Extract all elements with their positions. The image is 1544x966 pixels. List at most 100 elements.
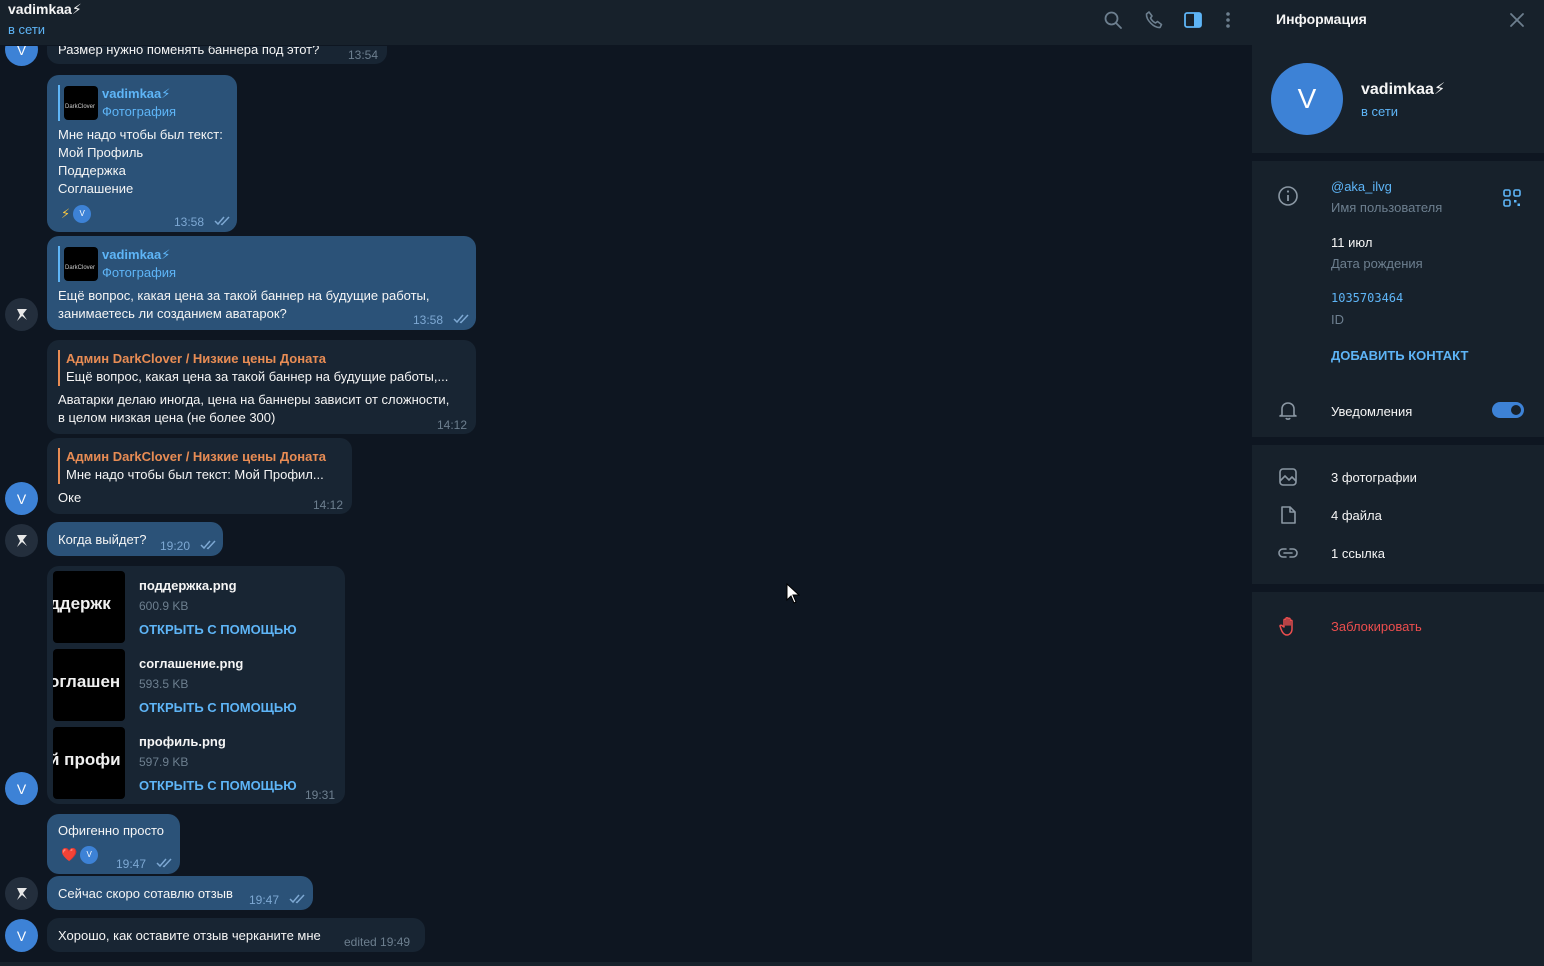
contact-avatar[interactable]: V (5, 772, 38, 805)
message-bubble-incoming[interactable]: Админ DarkClover / Низкие цены Доната Мн… (47, 438, 352, 514)
sidebar-toggle-icon[interactable] (1182, 9, 1204, 31)
my-avatar[interactable] (5, 877, 38, 910)
reaction-avatar: V (73, 205, 92, 223)
close-icon[interactable] (1507, 10, 1527, 30)
open-with-button[interactable]: ОТКРЫТЬ С ПОМОЩЬЮ (139, 621, 297, 639)
file-thumbnail[interactable]: ддержк (53, 571, 125, 643)
reply-quote[interactable]: vadimkaa⚡ Фотография (58, 85, 176, 121)
message-time: 19:47 (249, 893, 280, 907)
message-text: Сейчас скоро сотавлю отзыв (58, 886, 233, 901)
message-bubble-outgoing[interactable]: Сейчас скоро сотавлю отзыв 19:47 (47, 876, 313, 910)
files-count[interactable]: 4 файла (1331, 508, 1382, 523)
message-bubble-incoming[interactable]: Админ DarkClover / Низкие цены Доната Ещ… (47, 340, 476, 434)
message-time: 19:47 (116, 857, 147, 871)
file-attachment[interactable]: ддержк поддержка.png 600.9 KB ОТКРЫТЬ С … (53, 571, 343, 645)
bell-icon (1276, 398, 1300, 422)
message-time: 13:58 (413, 313, 444, 327)
read-ticks-icon (156, 858, 172, 868)
file-size: 597.9 KB (139, 755, 189, 769)
qr-code-icon[interactable] (1500, 186, 1524, 210)
profile-status: в сети (1361, 104, 1399, 119)
open-with-button[interactable]: ОТКРЫТЬ С ПОМОЩЬЮ (139, 777, 297, 795)
links-count[interactable]: 1 ссылка (1331, 546, 1385, 561)
message-time: edited 19:49 (344, 935, 411, 949)
read-ticks-icon (200, 540, 216, 550)
chat-title[interactable]: vadimkaa⚡ (8, 1, 82, 18)
reaction-emoji: ⚡ (61, 206, 71, 221)
message-line: Мой Профиль (58, 145, 144, 160)
message-time: 19:20 (160, 539, 191, 553)
reply-quote[interactable]: Админ DarkClover / Низкие цены Доната Ещ… (58, 350, 448, 386)
message-bubble-outgoing[interactable]: Офигенно просто ❤️ V 19:47 (47, 814, 180, 874)
clover-logo-icon (16, 887, 27, 900)
contact-avatar[interactable]: V (5, 919, 38, 952)
profile-username[interactable]: @aka_ilvg (1331, 179, 1392, 194)
message-line: занимаетесь ли созданием аватарок? (58, 306, 287, 321)
file-attachment[interactable]: оглашен соглашение.png 593.5 KB ОТКРЫТЬ … (53, 649, 343, 723)
add-contact-button[interactable]: ДОБАВИТЬ КОНТАКТ (1331, 348, 1468, 363)
message-bubble-outgoing[interactable]: Когда выйдет? 19:20 (47, 522, 223, 556)
phone-icon[interactable] (1143, 9, 1165, 31)
composer-edge (0, 962, 1252, 966)
message-reaction[interactable]: ❤️ V (61, 846, 99, 864)
read-ticks-icon (214, 216, 230, 226)
message-line: Мне надо чтобы был текст: (58, 127, 223, 142)
message-reaction[interactable]: ⚡ V (61, 205, 92, 223)
message-bubble-incoming[interactable]: Размер нужно поменять баннера под этот? … (47, 46, 387, 64)
reply-subtitle: Фотография (102, 265, 177, 280)
clover-logo-icon (16, 534, 27, 547)
file-size: 600.9 KB (139, 599, 189, 613)
reply-author: vadimkaa⚡ (102, 86, 171, 101)
more-vertical-icon[interactable] (1217, 9, 1239, 31)
chat-header: vadimkaa⚡ в сети (0, 0, 1252, 46)
message-bubble-outgoing[interactable]: DarkClover vadimkaa⚡ Фотография Мне надо… (47, 75, 237, 232)
message-time: 13:58 (174, 215, 205, 229)
info-panel: Информация V vadimkaa⚡ в сети @aka_ilvg … (1252, 0, 1544, 966)
reaction-avatar: V (80, 846, 99, 864)
message-time: 13:54 (348, 48, 379, 62)
message-bubble-files[interactable]: ддержк поддержка.png 600.9 KB ОТКРЫТЬ С … (47, 566, 345, 804)
my-avatar[interactable] (5, 298, 38, 331)
messages-list[interactable]: V Размер нужно поменять баннера под этот… (0, 46, 1252, 962)
message-bubble-outgoing[interactable]: DarkClover vadimkaa⚡ Фотография Ещё вопр… (47, 236, 476, 330)
block-user-button[interactable]: Заблокировать (1331, 619, 1422, 634)
reply-quote[interactable]: vadimkaa⚡ Фотография (58, 246, 176, 282)
reply-quote[interactable]: Админ DarkClover / Низкие цены Доната Мн… (58, 448, 326, 484)
file-name: соглашение.png (139, 656, 244, 671)
mouse-cursor-icon (786, 583, 800, 604)
file-size: 593.5 KB (139, 677, 189, 691)
notifications-label: Уведомления (1331, 404, 1413, 419)
contact-avatar[interactable]: V (5, 46, 38, 66)
my-avatar[interactable] (5, 524, 38, 557)
profile-name: vadimkaa⚡ (1361, 81, 1446, 98)
file-attachment[interactable]: й профи профиль.png 597.9 KB ОТКРЫТЬ С П… (53, 727, 343, 801)
search-icon[interactable] (1102, 9, 1124, 31)
file-icon (1276, 503, 1300, 527)
reply-text: Ещё вопрос, какая цена за такой баннер н… (66, 369, 449, 384)
section-divider (1252, 584, 1544, 592)
message-text: Размер нужно поменять баннера под этот? (58, 46, 320, 57)
photos-count[interactable]: 3 фотографии (1331, 470, 1417, 485)
message-line: Ещё вопрос, какая цена за такой баннер н… (58, 288, 430, 303)
contact-avatar[interactable]: V (5, 482, 38, 515)
read-ticks-icon (289, 894, 305, 904)
file-thumbnail[interactable]: оглашен (53, 649, 125, 721)
open-with-button[interactable]: ОТКРЫТЬ С ПОМОЩЬЮ (139, 699, 297, 717)
file-name: поддержка.png (139, 578, 237, 593)
profile-id[interactable]: 1035703464 (1331, 291, 1403, 305)
message-bubble-incoming[interactable]: Хорошо, как оставите отзыв черканите мне… (47, 918, 425, 952)
reply-subtitle: Фотография (102, 104, 177, 119)
message-line: Поддержка (58, 163, 126, 178)
message-time: 14:12 (437, 418, 468, 432)
message-time: 14:12 (313, 498, 344, 512)
message-line: Соглашение (58, 181, 134, 196)
photo-icon (1276, 465, 1300, 489)
link-icon (1276, 541, 1300, 565)
telegram-app: vadimkaa⚡ в сети V Размер нужно поменять… (0, 0, 1544, 966)
section-divider (1252, 153, 1544, 161)
username-label: Имя пользователя (1331, 200, 1443, 215)
notifications-toggle[interactable] (1492, 402, 1524, 418)
profile-avatar[interactable]: V (1271, 63, 1343, 135)
panel-title: Информация (1276, 11, 1367, 27)
file-thumbnail[interactable]: й профи (53, 727, 125, 799)
